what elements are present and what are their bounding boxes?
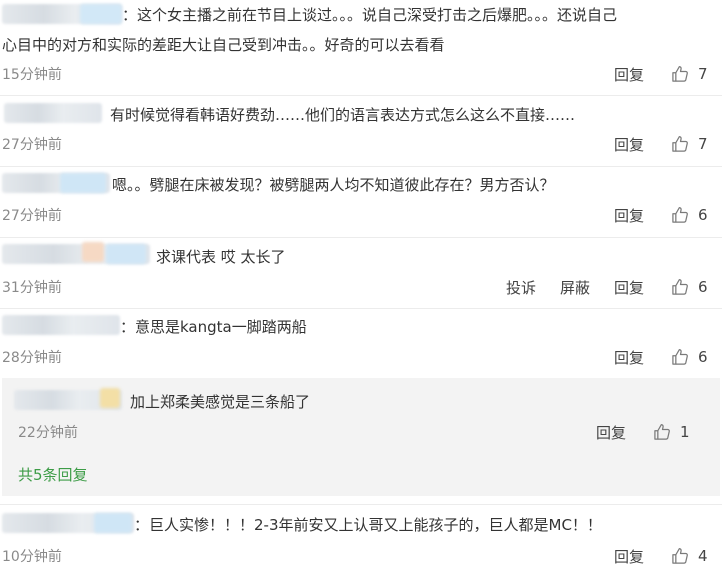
comment-text: 有时候觉得看韩语好费劲……他们的语言表达方式怎么这么不直接…… bbox=[110, 106, 576, 124]
thumbs-up-icon bbox=[652, 422, 672, 442]
like-button[interactable]: 7 bbox=[670, 134, 708, 154]
reply-button[interactable]: 回复 bbox=[614, 546, 644, 567]
comment-actions: 回复 6 bbox=[590, 203, 708, 227]
like-count: 7 bbox=[698, 135, 708, 153]
comment-text-line-2: 心目中的对方和实际的差距大让自己受到冲击。。好奇的可以去看看 bbox=[2, 36, 445, 54]
username-blur-tint bbox=[80, 4, 122, 24]
comment-5: ：意思是kangta一脚踏两船 28分钟前 回复 6 bbox=[0, 309, 722, 378]
comment-4: 求课代表 哎 太长了 31分钟前 投诉 屏蔽 回复 6 bbox=[0, 238, 722, 308]
block-button[interactable]: 屏蔽 bbox=[560, 277, 590, 298]
username-blur-tint bbox=[60, 173, 106, 193]
reply-text: 加上郑柔美感觉是三条船了 bbox=[130, 393, 311, 411]
username-blurred[interactable] bbox=[2, 315, 120, 335]
comment-actions: 回复 6 bbox=[590, 345, 708, 369]
comment-2: 有时候觉得看韩语好费劲……他们的语言表达方式怎么这么不直接…… 27分钟前 回复… bbox=[0, 96, 722, 166]
like-count: 1 bbox=[680, 423, 690, 441]
reply-button[interactable]: 回复 bbox=[614, 205, 644, 226]
like-count: 7 bbox=[698, 65, 708, 83]
comment-time: 31分钟前 bbox=[2, 280, 62, 296]
comment-6: ：巨人实惨！！！2-3年前安又上认哥又上能孩子的，巨人都是MC！！ 10分钟前 … bbox=[0, 505, 722, 573]
username-blur-tint bbox=[82, 242, 104, 262]
reply-button[interactable]: 回复 bbox=[614, 277, 644, 298]
view-all-replies-link[interactable]: 共5条回复 bbox=[18, 464, 88, 485]
like-button[interactable]: 6 bbox=[670, 277, 708, 297]
comment-text: ：这个女主播之前在节目上谈过。。。说自己深受打击之后爆肥。。。还说自己 bbox=[122, 6, 618, 24]
report-button[interactable]: 投诉 bbox=[506, 277, 536, 298]
like-button[interactable]: 6 bbox=[670, 205, 708, 225]
like-button[interactable]: 4 bbox=[670, 546, 708, 566]
like-button[interactable]: 1 bbox=[652, 422, 690, 442]
comment-text: ：巨人实惨！！！2-3年前安又上认哥又上能孩子的，巨人都是MC！！ bbox=[134, 516, 602, 534]
thumbs-up-icon bbox=[670, 134, 690, 154]
username-blur-tint bbox=[106, 244, 146, 264]
comment-time: 28分钟前 bbox=[2, 350, 62, 366]
thumbs-up-icon bbox=[670, 546, 690, 566]
comment-1: ：这个女主播之前在节目上谈过。。。说自己深受打击之后爆肥。。。还说自己 心目中的… bbox=[0, 0, 722, 95]
username-blur-tint bbox=[100, 388, 120, 408]
comment-actions: 回复 7 bbox=[590, 62, 708, 86]
comment-actions: 投诉 屏蔽 回复 6 bbox=[482, 275, 708, 299]
reply-button[interactable]: 回复 bbox=[614, 134, 644, 155]
reply-button[interactable]: 回复 bbox=[614, 64, 644, 85]
like-count: 4 bbox=[698, 547, 708, 565]
comment-3: 嗯。。劈腿在床被发现？被劈腿两人均不知道彼此存在？男方否认？ 27分钟前 回复 … bbox=[0, 167, 722, 237]
comment-time: 10分钟前 bbox=[2, 549, 62, 565]
like-count: 6 bbox=[698, 278, 708, 296]
comment-time: 27分钟前 bbox=[2, 137, 62, 153]
like-button[interactable]: 7 bbox=[670, 64, 708, 84]
like-count: 6 bbox=[698, 206, 708, 224]
reply-actions: 回复 1 bbox=[572, 420, 690, 444]
comment-actions: 回复 4 bbox=[590, 544, 708, 568]
comment-actions: 回复 7 bbox=[590, 132, 708, 156]
thumbs-up-icon bbox=[670, 205, 690, 225]
comment-text: 嗯。。劈腿在床被发现？被劈腿两人均不知道彼此存在？男方否认？ bbox=[112, 176, 555, 194]
reply-button[interactable]: 回复 bbox=[596, 422, 626, 443]
like-count: 6 bbox=[698, 348, 708, 366]
reply-time: 22分钟前 bbox=[18, 425, 78, 441]
comment-time: 27分钟前 bbox=[2, 208, 62, 224]
reply-thread: 加上郑柔美感觉是三条船了 22分钟前 回复 1 共5条回复 bbox=[2, 378, 720, 496]
comment-text: ：意思是kangta一脚踏两船 bbox=[120, 318, 307, 336]
thumbs-up-icon bbox=[670, 277, 690, 297]
thumbs-up-icon bbox=[670, 64, 690, 84]
reply-button[interactable]: 回复 bbox=[614, 347, 644, 368]
username-blurred[interactable] bbox=[4, 103, 102, 123]
comment-time: 15分钟前 bbox=[2, 67, 62, 83]
username-blur-tint bbox=[94, 513, 132, 533]
like-button[interactable]: 6 bbox=[670, 347, 708, 367]
comment-text: 求课代表 哎 太长了 bbox=[156, 248, 286, 266]
thumbs-up-icon bbox=[670, 347, 690, 367]
